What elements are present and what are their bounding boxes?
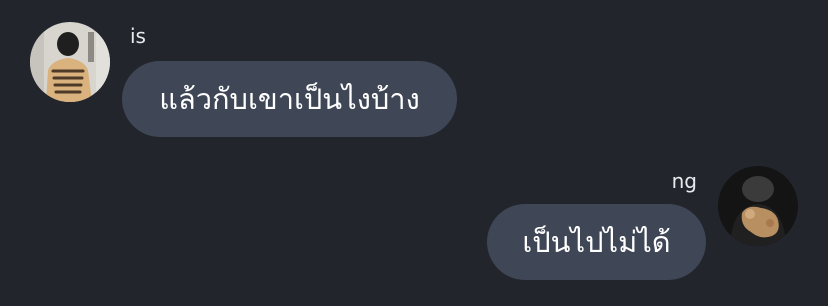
sender-avatar-right[interactable] <box>718 166 798 246</box>
message-bubble-right[interactable]: เป็นไปไม่ได้ <box>487 204 706 280</box>
message-text-right: เป็นไปไม่ได้ <box>522 225 671 259</box>
user-avatar-icon <box>30 22 110 102</box>
sender-avatar-left[interactable] <box>30 22 110 102</box>
message-bubble-left[interactable]: แล้วกับเขาเป็นไงบ้าง <box>122 61 457 137</box>
chat-thread: is แล้วกับเขาเป็นไงบ้าง ng เป็นไปไม่ได้ <box>0 0 828 306</box>
user-avatar-icon <box>718 166 798 246</box>
sender-name-right: ng <box>671 169 697 193</box>
message-text-left: แล้วกับเขาเป็นไงบ้าง <box>159 82 420 116</box>
sender-name-left: is <box>130 24 146 48</box>
